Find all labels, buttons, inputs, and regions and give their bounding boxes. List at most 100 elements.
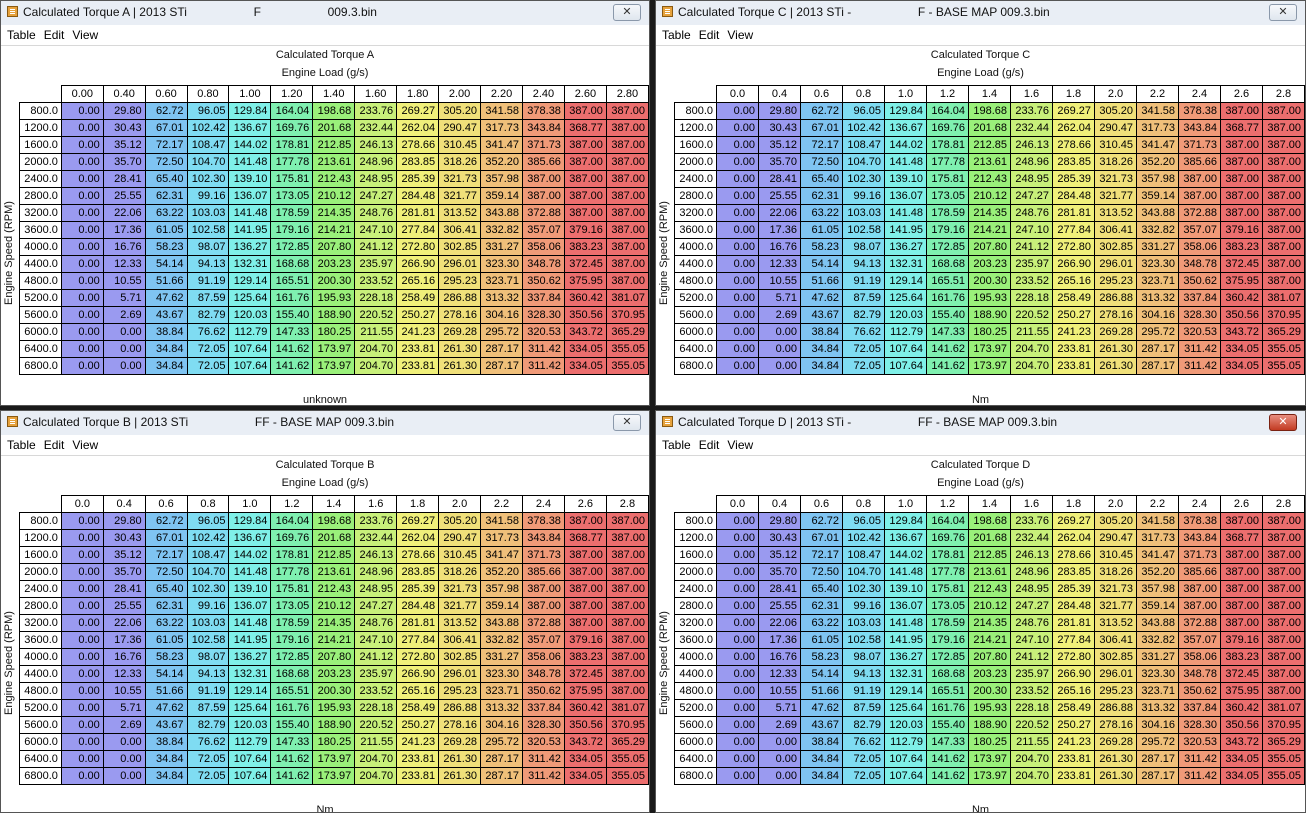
table-cell[interactable]: 313.32 (1136, 289, 1179, 307)
table-cell[interactable]: 328.30 (1178, 306, 1221, 324)
table-cell[interactable]: 278.16 (438, 306, 482, 324)
table-cell[interactable]: 87.59 (186, 289, 230, 307)
table-cell[interactable]: 387.00 (1262, 682, 1305, 700)
table-cell[interactable]: 63.22 (144, 614, 188, 632)
table-cell[interactable]: 246.13 (1010, 546, 1053, 564)
table-cell[interactable]: 54.14 (144, 255, 188, 273)
table-cell[interactable]: 139.10 (884, 170, 927, 188)
table-cell[interactable]: 352.20 (480, 563, 523, 581)
table-cell[interactable]: 0.00 (60, 665, 104, 683)
row-header[interactable]: 1600.0 (674, 546, 717, 564)
table-cell[interactable]: 34.84 (144, 767, 188, 785)
column-header[interactable]: 1.0 (884, 495, 927, 513)
table-cell[interactable]: 348.78 (522, 665, 565, 683)
table-cell[interactable]: 266.90 (396, 255, 440, 273)
table-cell[interactable]: 359.14 (1136, 597, 1179, 615)
row-header[interactable]: 4800.0 (19, 272, 62, 290)
table-cell[interactable]: 72.05 (842, 357, 885, 375)
table-cell[interactable]: 277.84 (1052, 631, 1095, 649)
table-cell[interactable]: 207.80 (312, 238, 356, 256)
table-cell[interactable]: 0.00 (102, 340, 146, 358)
table-cell[interactable]: 248.96 (1010, 563, 1053, 581)
table-cell[interactable]: 10.55 (102, 682, 146, 700)
table-cell[interactable]: 35.70 (102, 153, 146, 171)
table-cell[interactable]: 387.00 (1178, 187, 1221, 205)
row-header[interactable]: 1200.0 (19, 529, 62, 547)
table-cell[interactable]: 38.84 (144, 323, 188, 341)
table-cell[interactable]: 22.06 (102, 204, 146, 222)
table-cell[interactable]: 168.68 (926, 665, 969, 683)
table-cell[interactable]: 272.80 (1052, 238, 1095, 256)
table-cell[interactable]: 0.00 (716, 733, 759, 751)
table-cell[interactable]: 211.55 (1010, 323, 1053, 341)
table-cell[interactable]: 365.29 (1262, 733, 1305, 751)
table-cell[interactable]: 87.59 (842, 289, 885, 307)
table-cell[interactable]: 125.64 (228, 289, 272, 307)
table-cell[interactable]: 141.95 (228, 221, 272, 239)
table-cell[interactable]: 58.23 (144, 238, 188, 256)
table-cell[interactable]: 233.76 (354, 512, 398, 530)
table-cell[interactable]: 378.38 (1178, 512, 1221, 530)
table-cell[interactable]: 72.50 (144, 563, 188, 581)
table-cell[interactable]: 272.80 (396, 238, 440, 256)
table-cell[interactable]: 379.16 (1220, 631, 1263, 649)
table-cell[interactable]: 204.70 (354, 357, 398, 375)
table-cell[interactable]: 304.16 (1136, 716, 1179, 734)
table-cell[interactable]: 169.76 (926, 529, 969, 547)
table-cell[interactable]: 129.14 (884, 682, 927, 700)
table-cell[interactable]: 200.30 (312, 272, 356, 290)
table-cell[interactable]: 0.00 (60, 563, 104, 581)
table-cell[interactable]: 173.97 (968, 340, 1011, 358)
table-cell[interactable]: 247.27 (354, 187, 398, 205)
table-cell[interactable]: 381.07 (605, 699, 649, 717)
table-cell[interactable]: 210.12 (312, 597, 356, 615)
table-cell[interactable]: 287.17 (480, 767, 523, 785)
table-cell[interactable]: 248.95 (354, 170, 398, 188)
table-cell[interactable]: 387.00 (563, 187, 607, 205)
row-header[interactable]: 1600.0 (19, 136, 62, 154)
table-cell[interactable]: 0.00 (716, 204, 759, 222)
table-cell[interactable]: 387.00 (522, 597, 565, 615)
table-cell[interactable]: 201.68 (312, 119, 356, 137)
table-cell[interactable]: 318.26 (1094, 563, 1137, 581)
row-header[interactable]: 3200.0 (19, 204, 62, 222)
table-cell[interactable]: 139.10 (884, 580, 927, 598)
table-cell[interactable]: 125.64 (884, 289, 927, 307)
table-cell[interactable]: 387.00 (605, 614, 649, 632)
table-cell[interactable]: 355.05 (1262, 340, 1305, 358)
table-cell[interactable]: 387.00 (1220, 563, 1263, 581)
table-cell[interactable]: 0.00 (102, 733, 146, 751)
table-cell[interactable]: 332.82 (480, 221, 523, 239)
table-cell[interactable]: 0.00 (716, 767, 759, 785)
table-cell[interactable]: 2.69 (102, 306, 146, 324)
table-cell[interactable]: 387.00 (605, 187, 649, 205)
table-cell[interactable]: 261.30 (1094, 750, 1137, 768)
table-cell[interactable]: 30.43 (758, 529, 801, 547)
table-cell[interactable]: 102.42 (842, 119, 885, 137)
table-cell[interactable]: 295.72 (480, 733, 523, 751)
table-cell[interactable]: 30.43 (758, 119, 801, 137)
table-cell[interactable]: 285.39 (396, 580, 440, 598)
table-cell[interactable]: 311.42 (1178, 767, 1221, 785)
table-cell[interactable]: 72.50 (800, 153, 843, 171)
table-cell[interactable]: 387.00 (605, 255, 649, 273)
table-cell[interactable]: 107.64 (228, 767, 272, 785)
column-header[interactable]: 1.8 (1052, 495, 1095, 513)
table-cell[interactable]: 286.88 (1094, 699, 1137, 717)
table-cell[interactable]: 305.20 (1094, 512, 1137, 530)
column-header[interactable]: 0.4 (758, 85, 801, 103)
table-cell[interactable]: 136.27 (228, 238, 272, 256)
table-cell[interactable]: 0.00 (716, 614, 759, 632)
table-cell[interactable]: 72.17 (144, 546, 188, 564)
table-cell[interactable]: 129.84 (228, 102, 272, 120)
table-cell[interactable]: 355.05 (1262, 767, 1305, 785)
table-cell[interactable]: 179.16 (270, 221, 314, 239)
table-cell[interactable]: 72.17 (800, 136, 843, 154)
table-cell[interactable]: 372.45 (1220, 255, 1263, 273)
table-cell[interactable]: 321.73 (1094, 580, 1137, 598)
table-cell[interactable]: 65.40 (144, 580, 188, 598)
table-cell[interactable]: 47.62 (144, 699, 188, 717)
table-cell[interactable]: 82.79 (186, 306, 230, 324)
table-cell[interactable]: 372.88 (1178, 204, 1221, 222)
column-header[interactable]: 1.6 (1010, 495, 1053, 513)
